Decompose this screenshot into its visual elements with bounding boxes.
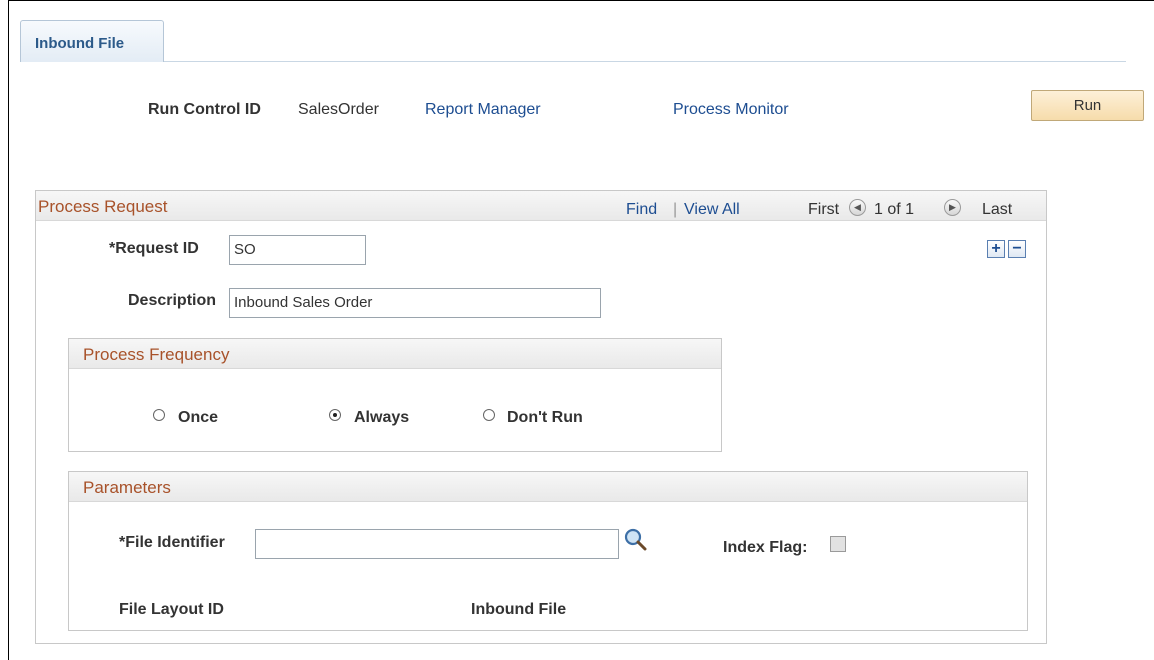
index-flag-label: Index Flag: bbox=[723, 539, 808, 556]
dont-run-radio[interactable] bbox=[483, 409, 495, 421]
nav-separator: | bbox=[673, 201, 678, 218]
parameters-header bbox=[69, 472, 1027, 502]
first-label: First bbox=[808, 201, 840, 218]
process-frequency-title: Process Frequency bbox=[83, 345, 230, 364]
last-label: Last bbox=[982, 201, 1013, 218]
process-request-title: Process Request bbox=[38, 197, 168, 216]
find-link[interactable]: Find bbox=[626, 201, 657, 219]
view-all-link[interactable]: View All bbox=[684, 201, 740, 219]
search-icon[interactable] bbox=[623, 527, 653, 551]
process-request-panel: Process Request Find | View All First ◀ … bbox=[35, 190, 1047, 644]
prev-arrow-icon[interactable]: ◀ bbox=[849, 199, 866, 216]
delete-row-button[interactable]: − bbox=[1008, 240, 1026, 258]
inbound-file-label: Inbound File bbox=[471, 601, 567, 618]
report-manager-link[interactable]: Report Manager bbox=[425, 101, 541, 119]
parameters-title: Parameters bbox=[83, 478, 171, 497]
request-id-input[interactable]: SO bbox=[229, 235, 366, 265]
always-radio[interactable] bbox=[329, 409, 341, 421]
run-control-id-value: SalesOrder bbox=[298, 101, 379, 118]
window-border-top bbox=[8, 0, 1154, 1]
process-monitor-link[interactable]: Process Monitor bbox=[673, 101, 789, 119]
once-label: Once bbox=[178, 409, 219, 426]
tab-underline bbox=[164, 61, 1126, 62]
run-control-id-label: Run Control ID bbox=[148, 101, 261, 118]
next-arrow-icon[interactable]: ▶ bbox=[944, 199, 961, 216]
description-input[interactable]: Inbound Sales Order bbox=[229, 288, 601, 318]
parameters-panel: Parameters *File Identifier Index Flag: … bbox=[68, 471, 1028, 631]
once-radio[interactable] bbox=[153, 409, 165, 421]
add-row-button[interactable]: + bbox=[987, 240, 1005, 258]
description-label: Description bbox=[128, 292, 217, 309]
dont-run-label: Don't Run bbox=[507, 409, 583, 426]
always-label: Always bbox=[354, 409, 410, 426]
process-frequency-panel: Process Frequency Once Always Don't Run bbox=[68, 338, 722, 452]
window-border-left bbox=[8, 0, 9, 660]
file-identifier-label: *File Identifier bbox=[119, 534, 225, 551]
tab-inbound-file[interactable]: Inbound File bbox=[20, 20, 164, 62]
index-flag-checkbox[interactable] bbox=[830, 536, 846, 552]
request-id-label: *Request ID bbox=[109, 240, 199, 257]
run-button[interactable]: Run bbox=[1031, 90, 1144, 121]
row-position: 1 of 1 bbox=[874, 201, 915, 218]
file-layout-id-label: File Layout ID bbox=[119, 601, 224, 618]
file-identifier-input[interactable] bbox=[255, 529, 619, 559]
